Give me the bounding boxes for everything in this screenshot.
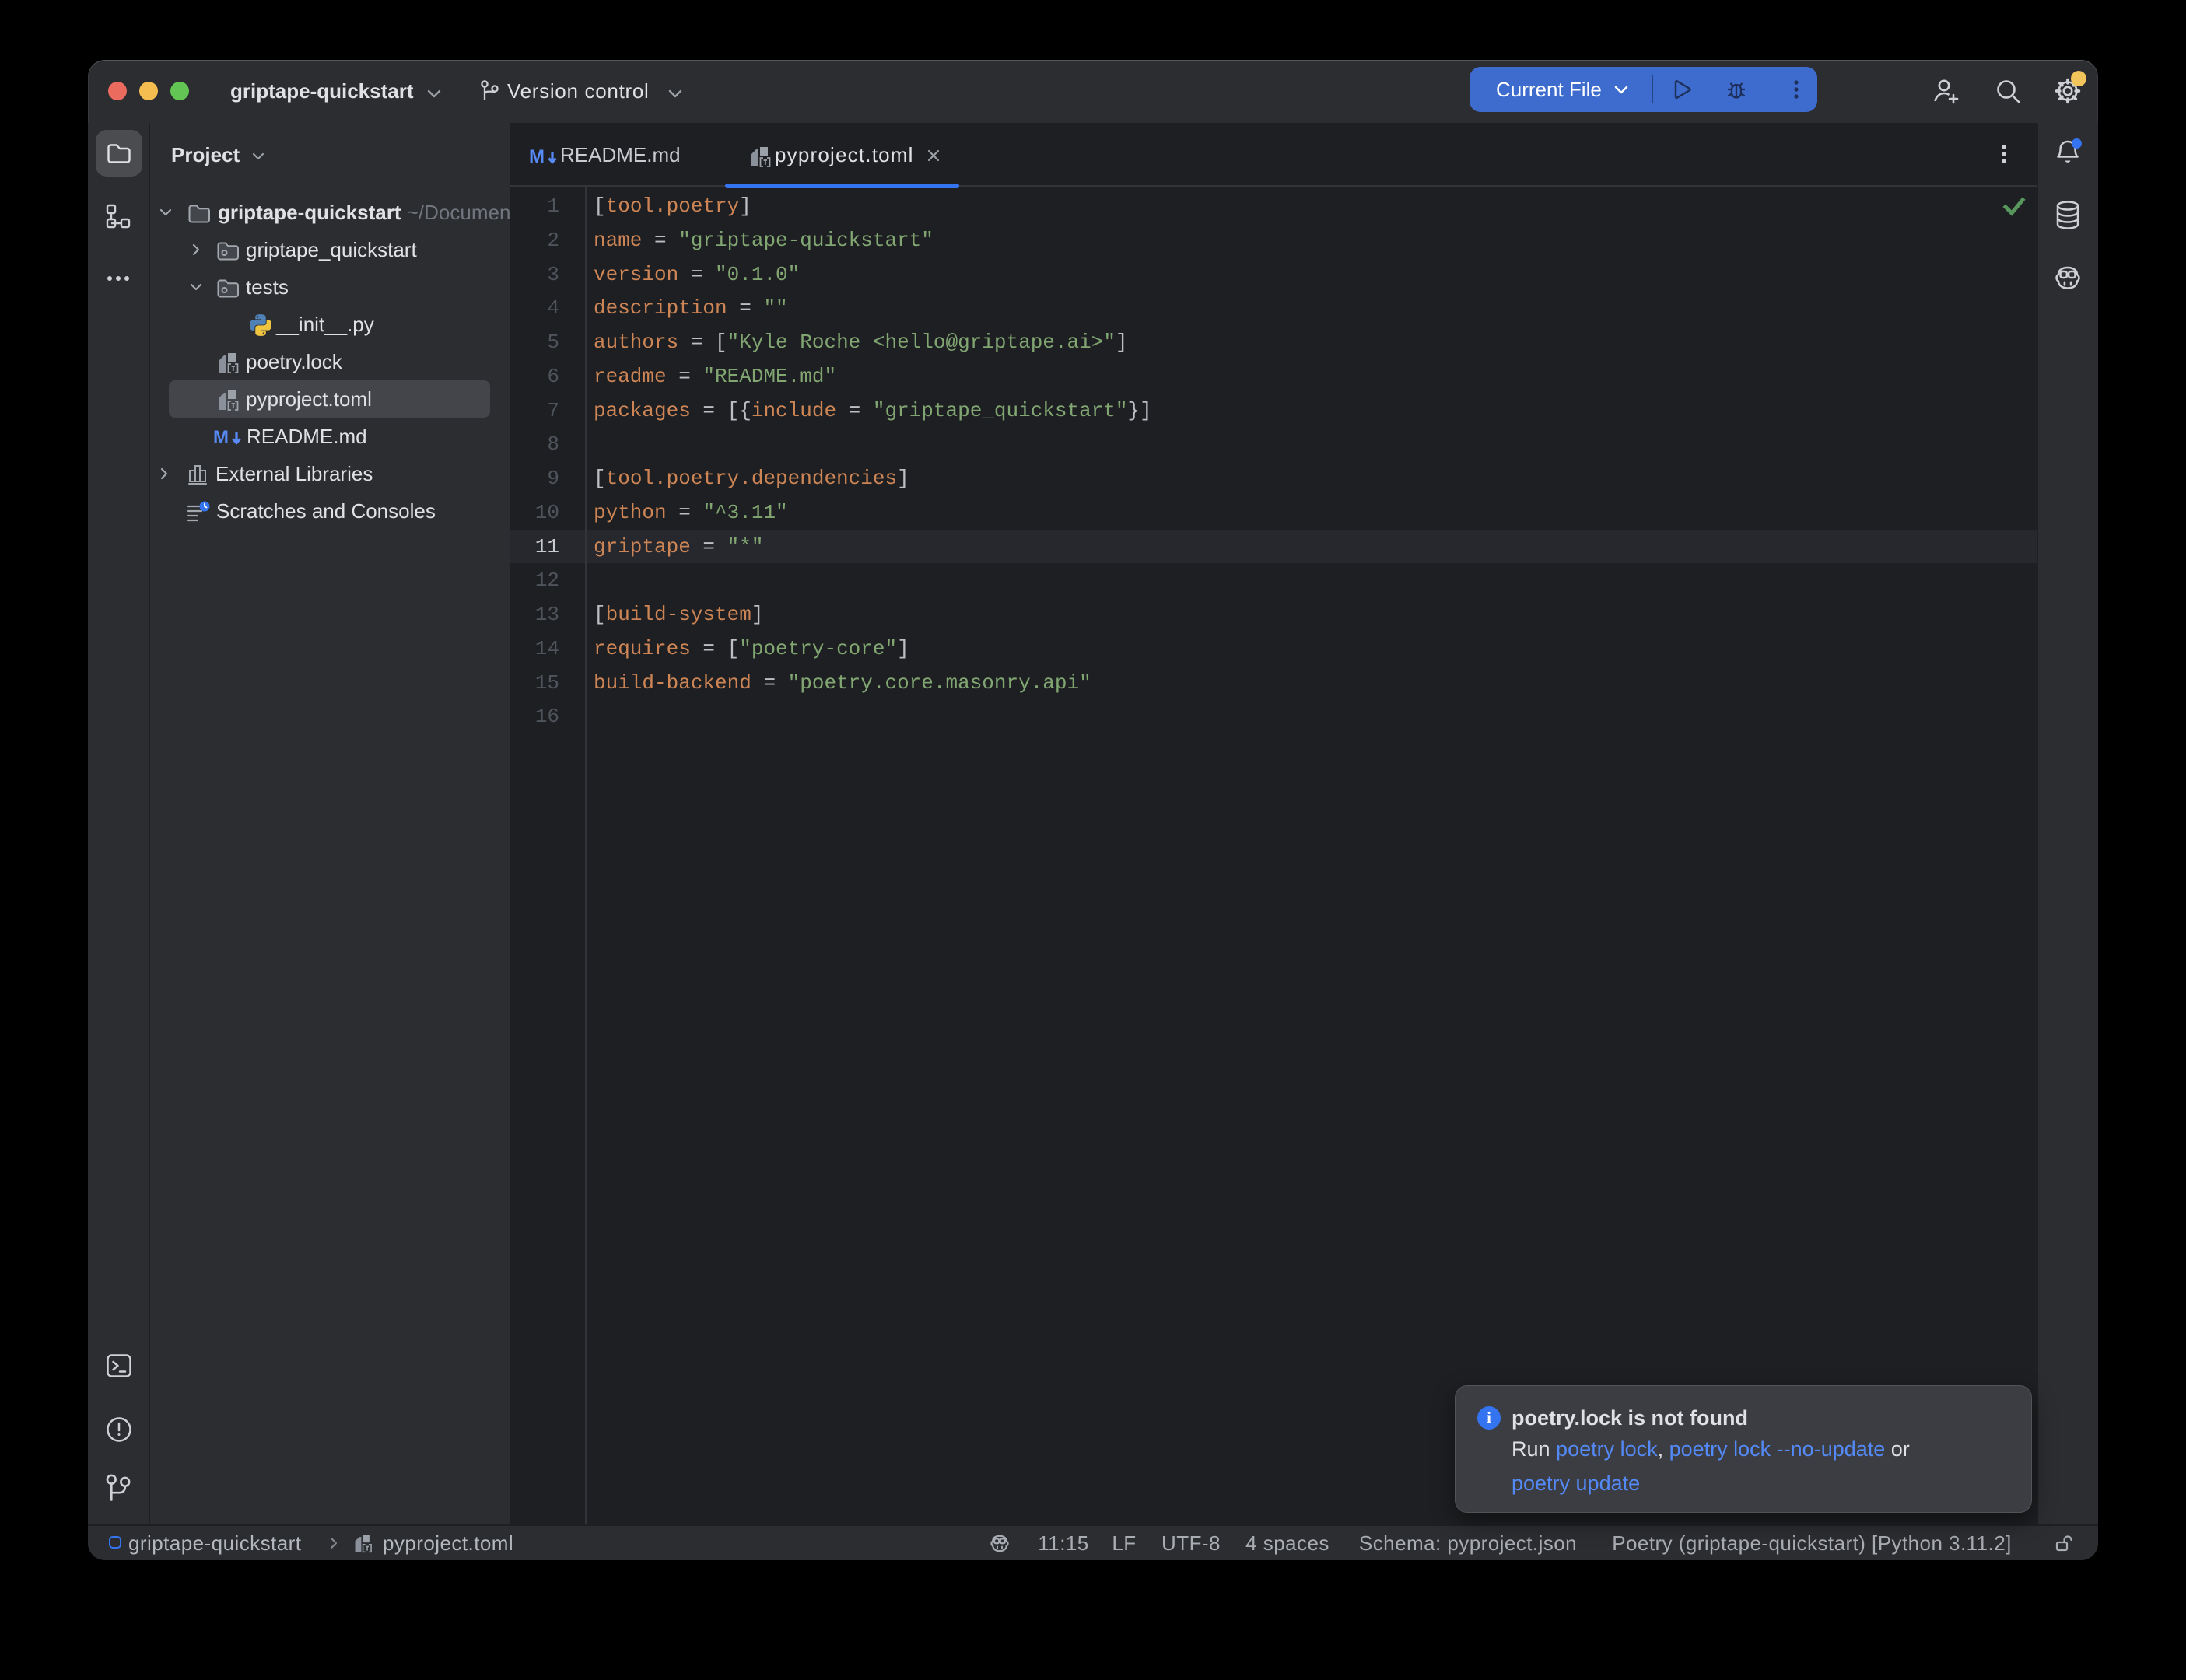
svg-text:M: M xyxy=(529,146,545,167)
svg-text:M: M xyxy=(213,427,229,448)
